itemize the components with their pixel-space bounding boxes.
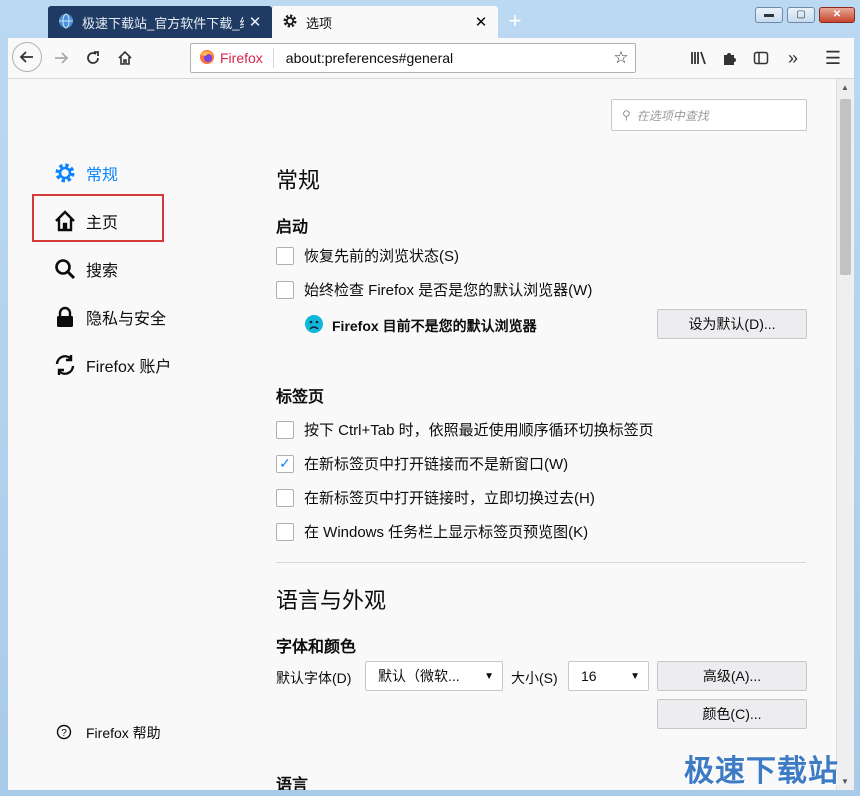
overflow-chevron-icon[interactable]: » <box>778 43 808 73</box>
firefox-badge-label: Firefox <box>220 50 263 66</box>
bookmark-star-icon[interactable]: ☆ <box>607 48 635 68</box>
sync-icon <box>52 352 78 378</box>
sidebar-item-label: 隐私与安全 <box>86 311 167 328</box>
startup-heading: 启动 <box>276 219 309 236</box>
tab-download-site[interactable]: 极速下载站_官方软件下载_绿色 ✕ <box>48 6 272 38</box>
taskbar-preview-checkbox[interactable]: 在 Windows 任务栏上显示标签页预览图(K) <box>276 521 588 542</box>
sidebar-item-label: 常规 <box>86 167 119 184</box>
search-icon: ⚲ <box>622 108 631 122</box>
fonts-colors-heading: 字体和颜色 <box>276 639 357 656</box>
font-size-select[interactable]: 16 ▼ <box>568 661 649 691</box>
reload-button[interactable] <box>78 43 108 73</box>
notice-text: Firefox 目前不是您的默认浏览器 <box>332 317 537 334</box>
dropdown-arrow-icon: ▼ <box>484 670 494 682</box>
forward-button[interactable] <box>46 43 76 73</box>
url-text[interactable]: about:preferences#general <box>274 50 607 66</box>
close-tab-icon[interactable]: ✕ <box>244 13 266 31</box>
sidebar-item-privacy[interactable]: 隐私与安全 <box>52 304 166 330</box>
sad-face-icon <box>304 314 324 337</box>
nav-toolbar: Firefox about:preferences#general ☆ » ☰ <box>8 38 854 79</box>
sidebar-item-search[interactable]: 搜索 <box>52 256 118 282</box>
scrollbar-thumb[interactable] <box>840 99 851 275</box>
sidebar-item-label: 搜索 <box>86 263 119 280</box>
help-label: Firefox 帮助 <box>86 725 161 741</box>
sidebar-item-label: Firefox 账户 <box>86 359 172 376</box>
language-appearance-title: 语言与外观 <box>276 588 387 613</box>
checkbox-label: 在 Windows 任务栏上显示标签页预览图(K) <box>304 524 589 541</box>
home-icon <box>52 208 78 234</box>
dropdown-arrow-icon: ▼ <box>630 670 640 682</box>
set-default-button[interactable]: 设为默认(D)... <box>657 309 807 339</box>
home-button[interactable] <box>110 43 140 73</box>
preferences-search-input[interactable]: ⚲ 在选项中查找 <box>611 99 807 131</box>
extensions-puzzle-icon[interactable] <box>715 43 745 73</box>
tab-options[interactable]: 选项 ✕ <box>272 6 498 38</box>
tabs-heading: 标签页 <box>276 389 325 406</box>
default-font-select[interactable]: 默认（微软... ▼ <box>365 661 503 691</box>
new-tab-button[interactable]: + <box>504 8 526 34</box>
section-divider <box>276 562 806 563</box>
maximize-button[interactable]: ▢ <box>787 7 815 23</box>
search-placeholder: 在选项中查找 <box>636 108 709 123</box>
restore-session-checkbox[interactable]: 恢复先前的浏览状态(S) <box>276 245 459 266</box>
tab-title: 极速下载站_官方软件下载_绿色 <box>82 15 244 31</box>
checkbox[interactable] <box>276 420 294 439</box>
firefox-logo-icon <box>199 49 215 68</box>
help-icon: ? <box>56 724 72 743</box>
firefox-identity-badge[interactable]: Firefox <box>191 48 274 68</box>
sidebar-item-general[interactable]: 常规 <box>52 160 118 186</box>
checkbox-label: 在新标签页中打开链接而不是新窗口(W) <box>304 456 569 473</box>
preferences-page: ⚲ 在选项中查找 常规 主页 搜索 隐私与安全 Firefox 账户 ? Fir… <box>8 79 836 790</box>
font-size-label: 大小(S) <box>511 670 558 686</box>
checkbox[interactable] <box>276 522 294 541</box>
checkbox[interactable] <box>276 488 294 507</box>
gear-icon <box>52 160 78 186</box>
check-default-checkbox[interactable]: 始终检查 Firefox 是否是您的默认浏览器(W) <box>276 279 592 300</box>
back-button[interactable] <box>12 42 42 72</box>
checkbox-label: 恢复先前的浏览状态(S) <box>304 248 459 265</box>
gear-icon <box>282 13 298 32</box>
hamburger-menu-icon[interactable]: ☰ <box>818 43 848 73</box>
svg-text:?: ? <box>61 728 67 739</box>
page-title: 常规 <box>276 168 321 193</box>
colors-button[interactable]: 颜色(C)... <box>657 699 807 729</box>
tab-title: 选项 <box>306 15 333 31</box>
checkbox[interactable] <box>276 246 294 265</box>
globe-icon <box>58 13 74 32</box>
firefox-help-link[interactable]: ? Firefox 帮助 <box>56 723 161 743</box>
advanced-fonts-button[interactable]: 高级(A)... <box>657 661 807 691</box>
checkbox-label: 始终检查 Firefox 是否是您的默认浏览器(W) <box>304 282 593 299</box>
checkbox-checked[interactable]: ✓ <box>276 454 294 473</box>
sidebar-item-home[interactable]: 主页 <box>52 208 118 234</box>
checkbox-label: 在新标签页中打开链接时，立即切换过去(H) <box>304 490 595 507</box>
close-window-button[interactable]: ✕ <box>819 7 855 23</box>
sidebar-item-account[interactable]: Firefox 账户 <box>52 352 171 378</box>
close-tab-icon[interactable]: ✕ <box>470 13 492 31</box>
minimize-button[interactable]: ▬ <box>755 7 783 23</box>
sidebar-toggle-icon[interactable] <box>746 43 776 73</box>
checkbox-label: 按下 Ctrl+Tab 时，依照最近使用顺序循环切换标签页 <box>304 422 654 439</box>
scroll-down-arrow-icon[interactable]: ▼ <box>841 777 849 786</box>
browser-window: 极速下载站_官方软件下载_绿色 ✕ 选项 ✕ + ▬ ▢ ✕ Fi <box>0 0 860 796</box>
default-browser-notice: Firefox 目前不是您的默认浏览器 <box>304 314 537 337</box>
search-icon <box>52 256 78 282</box>
open-links-in-tabs-checkbox[interactable]: ✓ 在新标签页中打开链接而不是新窗口(W) <box>276 453 568 474</box>
lock-icon <box>52 304 78 330</box>
select-value: 默认（微软... <box>378 668 460 684</box>
sidebar-item-label: 主页 <box>86 215 119 232</box>
url-bar[interactable]: Firefox about:preferences#general ☆ <box>190 43 636 73</box>
select-value: 16 <box>581 668 597 684</box>
vertical-scrollbar[interactable]: ▲ ▼ <box>836 79 854 790</box>
library-icon[interactable] <box>684 43 714 73</box>
ctrl-tab-checkbox[interactable]: 按下 Ctrl+Tab 时，依照最近使用顺序循环切换标签页 <box>276 419 654 440</box>
checkbox[interactable] <box>276 280 294 299</box>
switch-to-tab-checkbox[interactable]: 在新标签页中打开链接时，立即切换过去(H) <box>276 487 595 508</box>
default-font-label: 默认字体(D) <box>276 670 352 686</box>
watermark: 极速下载站 <box>684 755 839 788</box>
language-heading: 语言 <box>276 777 309 790</box>
scroll-up-arrow-icon[interactable]: ▲ <box>841 83 849 92</box>
